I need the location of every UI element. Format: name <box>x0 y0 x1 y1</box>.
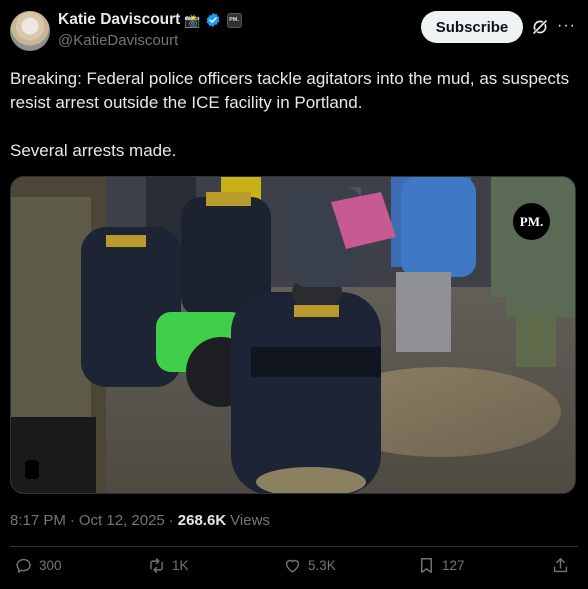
views-label: Views <box>230 512 270 529</box>
avatar[interactable] <box>10 11 50 51</box>
repost-count: 1K <box>172 558 189 573</box>
tweet-text: Breaking: Federal police officers tackle… <box>10 67 570 163</box>
reply-icon <box>16 558 31 573</box>
repost-icon <box>150 558 163 573</box>
arrest-scene-photo <box>11 177 575 493</box>
tweet-actions: 300 1K 5.3K 127 <box>0 556 588 586</box>
tweet-header: Katie Daviscourt 📸 PM. @KatieDaviscourt … <box>10 10 578 52</box>
share-button[interactable] <box>551 556 570 575</box>
reply-count: 300 <box>39 558 62 573</box>
divider <box>10 546 578 547</box>
author-name-row: Katie Daviscourt 📸 PM. <box>58 11 242 29</box>
tweet-meta: 8:17 PM · Oct 12, 2025 · 268.6K Views <box>10 512 270 529</box>
camera-emoji-icon: 📸 <box>184 12 201 28</box>
heart-icon <box>285 559 300 573</box>
grok-icon[interactable] <box>531 18 549 36</box>
affiliate-badge-icon[interactable]: PM. <box>226 12 242 28</box>
author-handle[interactable]: @KatieDaviscourt <box>58 32 178 49</box>
bookmark-icon <box>421 558 432 573</box>
author-display-name[interactable]: Katie Daviscourt <box>58 11 180 29</box>
subscribe-button[interactable]: Subscribe <box>421 11 523 43</box>
bookmark-count: 127 <box>442 558 465 573</box>
tweet-text-paragraph-1: Breaking: Federal police officers tackle… <box>10 69 570 112</box>
tweet-date[interactable]: Oct 12, 2025 <box>79 512 165 529</box>
views-count: 268.6K <box>177 512 227 529</box>
reply-button[interactable]: 300 <box>14 556 62 575</box>
meta-separator: · <box>69 512 75 529</box>
meta-separator-2: · <box>168 512 174 529</box>
share-icon <box>553 558 568 573</box>
like-button[interactable]: 5.3K <box>283 556 336 575</box>
bookmark-button[interactable]: 127 <box>417 556 465 575</box>
repost-button[interactable]: 1K <box>147 556 189 575</box>
media-alt-indicator <box>25 460 39 479</box>
tweet-text-paragraph-2: Several arrests made. <box>10 141 177 160</box>
pm-watermark-logo: PM. <box>513 203 550 240</box>
tweet-time[interactable]: 8:17 PM <box>10 512 66 529</box>
like-count: 5.3K <box>308 558 336 573</box>
tweet-photo[interactable]: PM. <box>10 176 576 494</box>
more-options-icon[interactable]: ··· <box>557 17 575 35</box>
verified-badge-icon <box>206 13 219 27</box>
